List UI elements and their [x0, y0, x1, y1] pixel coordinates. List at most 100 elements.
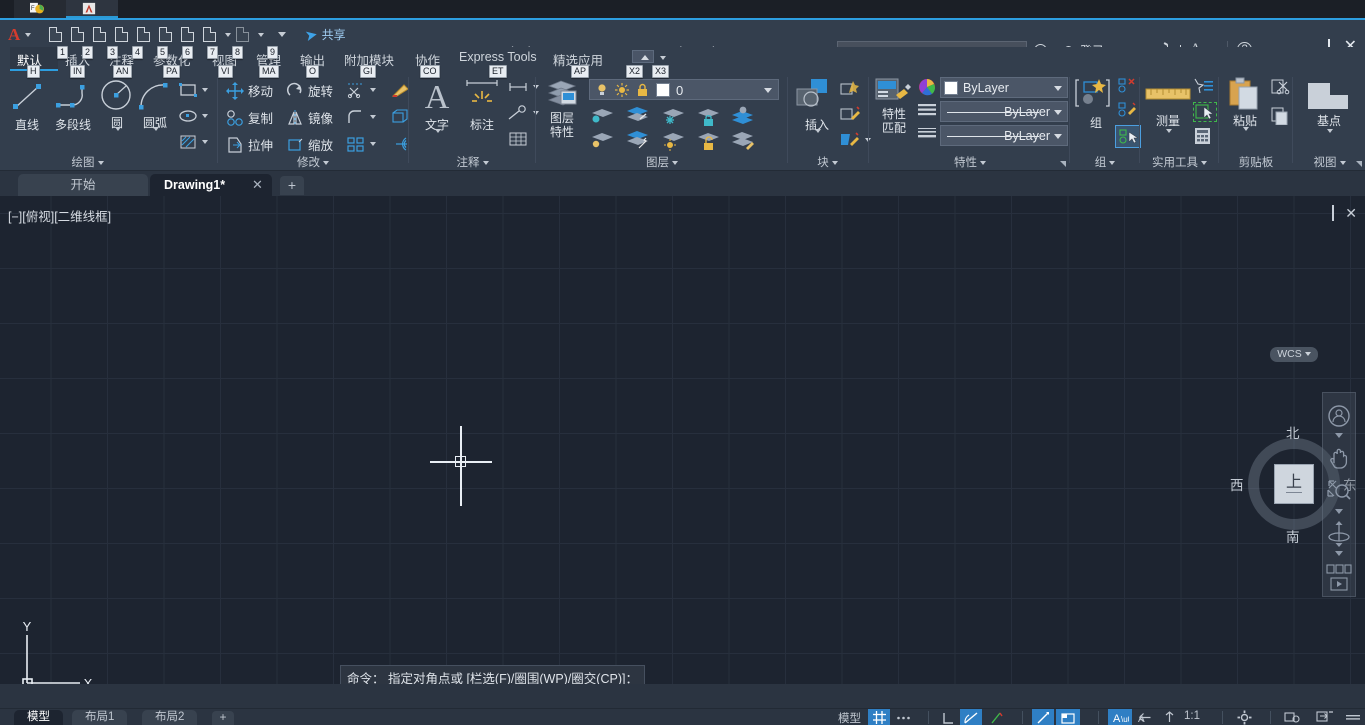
hardware-accel[interactable]	[1280, 709, 1304, 725]
measure-button[interactable]: 测量	[1143, 79, 1193, 133]
full-navigation-wheel-icon[interactable]	[1323, 401, 1355, 431]
qat-plot-preview-button[interactable]	[157, 25, 176, 44]
ribbon-minimize-button[interactable]	[632, 50, 654, 63]
qat-save-button[interactable]	[91, 25, 110, 44]
qat-publish-button[interactable]	[179, 25, 198, 44]
qat-customize-caret-icon[interactable]	[278, 32, 287, 37]
application-menu-caret-icon[interactable]	[25, 32, 32, 37]
hatch-caret-icon[interactable]	[202, 140, 208, 144]
orbit-icon[interactable]	[1323, 519, 1355, 549]
layer-control-combo[interactable]: 0	[589, 79, 779, 100]
qat-redo-button[interactable]	[234, 25, 253, 44]
auto-scale[interactable]	[1158, 709, 1180, 725]
panel-layers-title[interactable]: 图层	[537, 154, 787, 170]
panel-groups-title[interactable]: 组	[1071, 154, 1139, 170]
clean-screen[interactable]	[1312, 709, 1338, 725]
paste-caret-icon[interactable]	[1243, 127, 1249, 131]
viewport-close-button[interactable]: ✕	[1345, 206, 1357, 220]
viewport-restore-button[interactable]	[1332, 205, 1335, 221]
view-cube-north-label[interactable]: 北	[1286, 422, 1300, 442]
panel-modify-title[interactable]: 修改	[218, 154, 408, 170]
polar-toggle[interactable]	[960, 709, 982, 725]
object-color-combo[interactable]: ByLayer	[940, 77, 1068, 98]
drawing-canvas[interactable]: [−][俯视][二维线框] ✕ Y X 命令： 指定对角点或 [栏选(F)/圈围…	[0, 196, 1365, 706]
qat-undo-caret-icon[interactable]	[225, 32, 232, 37]
viewport-controls-label[interactable]: [−][俯视][二维线框]	[8, 206, 111, 225]
base-view-caret-icon[interactable]	[1327, 129, 1333, 133]
trim-button[interactable]	[346, 81, 376, 99]
more-toggle[interactable]	[892, 709, 914, 725]
layer-match-button[interactable]	[730, 129, 762, 151]
tab-close-icon[interactable]: ✕	[252, 177, 263, 193]
copy-clip-button[interactable]	[1270, 107, 1290, 125]
tab-start[interactable]: 开始	[18, 174, 148, 196]
rotate-button[interactable]: 旋转	[286, 81, 333, 100]
layout-tab-layout2[interactable]: 布局2	[142, 710, 198, 725]
table-button[interactable]	[507, 131, 529, 147]
group-selection-button[interactable]	[1115, 125, 1141, 148]
zoom-caret-icon[interactable]	[1335, 509, 1343, 514]
move-button[interactable]: 移动	[226, 81, 273, 100]
layer-lock-button[interactable]	[695, 105, 727, 127]
layout-tab-layout1[interactable]: 布局1	[72, 710, 128, 725]
annotation-scale[interactable]: A\u00b0	[1108, 709, 1132, 725]
qat-plot-button[interactable]	[135, 25, 154, 44]
mirror-button[interactable]: 镜像	[286, 108, 333, 127]
showmotion-play-icon[interactable]	[1323, 576, 1355, 592]
ellipse-button[interactable]	[178, 107, 208, 125]
polyline-button[interactable]: 多段线	[50, 79, 96, 133]
dimension-button[interactable]: 标注	[459, 77, 505, 133]
application-menu-button[interactable]: A	[8, 26, 20, 43]
create-block-button[interactable]	[839, 79, 861, 97]
new-layout-button[interactable]: +	[212, 711, 234, 725]
layout-tab-model[interactable]: 模型	[14, 710, 63, 725]
arc-button[interactable]: 圆弧	[132, 77, 178, 131]
layer-freeze-button[interactable]	[624, 105, 656, 127]
share-button[interactable]: ➤ 共享	[303, 25, 345, 44]
array-button[interactable]	[346, 135, 376, 153]
layer-isolate-button[interactable]	[589, 105, 621, 127]
layer-unlock-button[interactable]	[695, 129, 727, 151]
panel-annotation-title[interactable]: 注释	[410, 154, 535, 170]
nav-wheel-caret-icon[interactable]	[1335, 433, 1343, 438]
base-view-button[interactable]: 基点	[1302, 81, 1356, 133]
qat-saveas-button[interactable]	[113, 25, 132, 44]
taskbar-item-browser[interactable]: F	[14, 0, 66, 18]
view-cube-south-label[interactable]: 南	[1286, 526, 1300, 546]
annotation-visibility[interactable]: A	[1134, 709, 1156, 725]
view-cube-top-face[interactable]: 上	[1274, 464, 1314, 504]
group-button[interactable]: 组	[1073, 77, 1119, 131]
stretch-button[interactable]: 拉伸	[226, 135, 273, 154]
isolate-objects-button[interactable]	[1193, 102, 1217, 122]
panel-clipboard-title[interactable]: 剪贴板	[1220, 154, 1292, 170]
ortho-toggle[interactable]	[938, 709, 958, 725]
layer-thaw-button[interactable]	[624, 129, 656, 151]
qat-undo-button[interactable]	[201, 25, 220, 44]
trim-caret-icon[interactable]	[370, 88, 376, 92]
layer-merge-button[interactable]	[730, 105, 762, 127]
layer-unisolate-button[interactable]	[589, 129, 621, 151]
fillet-caret-icon[interactable]	[370, 115, 376, 119]
quick-calc-button[interactable]	[1193, 127, 1213, 145]
panel-properties-title[interactable]: 特性	[870, 154, 1070, 170]
ellipse-caret-icon[interactable]	[202, 114, 208, 118]
view-dialog-launcher[interactable]	[1356, 161, 1362, 167]
text-caret-icon[interactable]	[435, 129, 441, 133]
scale-value[interactable]: 1:1	[1184, 710, 1200, 722]
panel-block-title[interactable]: 块	[789, 154, 866, 170]
layer-on-button[interactable]	[660, 129, 692, 151]
orbit-caret-icon[interactable]	[1335, 551, 1343, 556]
rectangle-button[interactable]	[178, 81, 208, 99]
ribbon-minimize-caret-icon[interactable]	[660, 56, 666, 60]
osnap-toggle[interactable]	[985, 709, 1007, 725]
line-button[interactable]: 直线	[4, 79, 50, 133]
panel-utilities-title[interactable]: 实用工具	[1141, 154, 1218, 170]
wcs-selector-button[interactable]: WCS	[1270, 347, 1318, 362]
status-model-label[interactable]: 模型	[838, 710, 861, 725]
qat-redo-caret-icon[interactable]	[258, 32, 265, 37]
match-properties-button[interactable]: 特性 匹配	[872, 77, 916, 135]
taskbar-item-autocad[interactable]	[66, 0, 118, 18]
array-caret-icon[interactable]	[370, 142, 376, 146]
copy-button[interactable]: 复制	[226, 108, 273, 127]
arc-caret-icon[interactable]	[153, 127, 159, 131]
